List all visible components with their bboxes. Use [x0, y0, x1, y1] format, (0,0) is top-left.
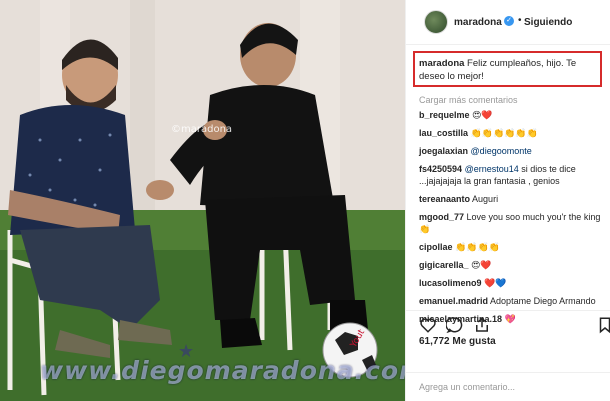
comment-text: 😍❤️ [471, 260, 492, 270]
add-comment-field[interactable]: Agrega un comentario... [406, 372, 610, 401]
comment-item: mgood_77 Love you soo much you'r the kin… [419, 211, 607, 235]
comment-text: 👏👏👏👏👏👏 [470, 128, 538, 138]
likes-count[interactable]: 61,772 Me gusta [419, 336, 496, 347]
comment-list: b_requelme 😍❤️ lau_costilla 👏👏👏👏👏👏 joega… [419, 109, 607, 331]
comment-item: tereanaanto Auguri [419, 193, 607, 205]
comment-username[interactable]: tereanaanto [419, 194, 470, 204]
comment-item: lau_costilla 👏👏👏👏👏👏 [419, 127, 607, 139]
comment-username[interactable]: lucasolimeno9 [419, 278, 482, 288]
comment-username[interactable]: mgood_77 [419, 212, 464, 222]
add-comment-placeholder: Agrega un comentario... [419, 382, 516, 392]
comment-username[interactable]: b_requelme [419, 110, 470, 120]
comment-username[interactable]: gigicarella_ [419, 260, 469, 270]
comment-mention[interactable]: @ernestou14 [465, 164, 519, 174]
bookmark-icon[interactable] [596, 316, 610, 334]
comment-item: fs4250594 @ernestou14 si dios te dice ..… [419, 163, 607, 187]
comment-username[interactable]: lau_costilla [419, 128, 468, 138]
photo-scene: Yout ★ [0, 0, 405, 401]
following-button[interactable]: Siguiendo [524, 17, 572, 28]
comment-text: 😍❤️ [472, 110, 493, 120]
comment-text: Adoptame Diego Armando [490, 296, 596, 306]
comment-text: 👏👏👏👏 [455, 242, 500, 252]
heart-icon[interactable] [419, 316, 437, 334]
post-header: maradona ✓ • Siguiendo [406, 0, 610, 45]
caption-username[interactable]: maradona [419, 58, 464, 69]
comment-item: cipollae 👏👏👏👏 [419, 241, 607, 253]
comment-mention[interactable]: @diegoomonte [471, 146, 532, 156]
watermark-small: ©maradona [171, 124, 233, 135]
share-icon[interactable] [473, 316, 491, 334]
comment-username[interactable]: cipollae [419, 242, 453, 252]
header-separator: • [518, 15, 522, 26]
comment-text: ❤️💙 [484, 278, 507, 288]
comment-username[interactable]: emanuel.madrid [419, 296, 488, 306]
comment-item: joegalaxian @diegoomonte [419, 145, 607, 157]
comment-username[interactable]: fs4250594 [419, 164, 462, 174]
header-username[interactable]: maradona [454, 17, 502, 28]
comment-item: b_requelme 😍❤️ [419, 109, 607, 121]
comment-item: gigicarella_ 😍❤️ [419, 259, 607, 271]
comment-item: emanuel.madrid Adoptame Diego Armando [419, 295, 607, 307]
avatar[interactable] [424, 10, 448, 34]
action-bar [406, 310, 610, 334]
comment-item: lucasolimeno9 ❤️💙 [419, 277, 607, 289]
comment-text: Auguri [472, 194, 499, 204]
post-panel: maradona ✓ • Siguiendo maradona Feliz cu… [405, 0, 610, 401]
comment-icon[interactable] [446, 316, 464, 334]
comment-username[interactable]: joegalaxian [419, 146, 468, 156]
post-photo[interactable]: Yout ★ ©maradona www.diegomaradona.com [0, 0, 405, 401]
load-more-comments-button[interactable]: Cargar más comentarios [419, 95, 518, 105]
verified-icon: ✓ [504, 16, 514, 26]
caption: maradona Feliz cumpleaños, hijo. Te dese… [419, 57, 599, 83]
watermark-big: www.diegomaradona.com [40, 356, 405, 385]
